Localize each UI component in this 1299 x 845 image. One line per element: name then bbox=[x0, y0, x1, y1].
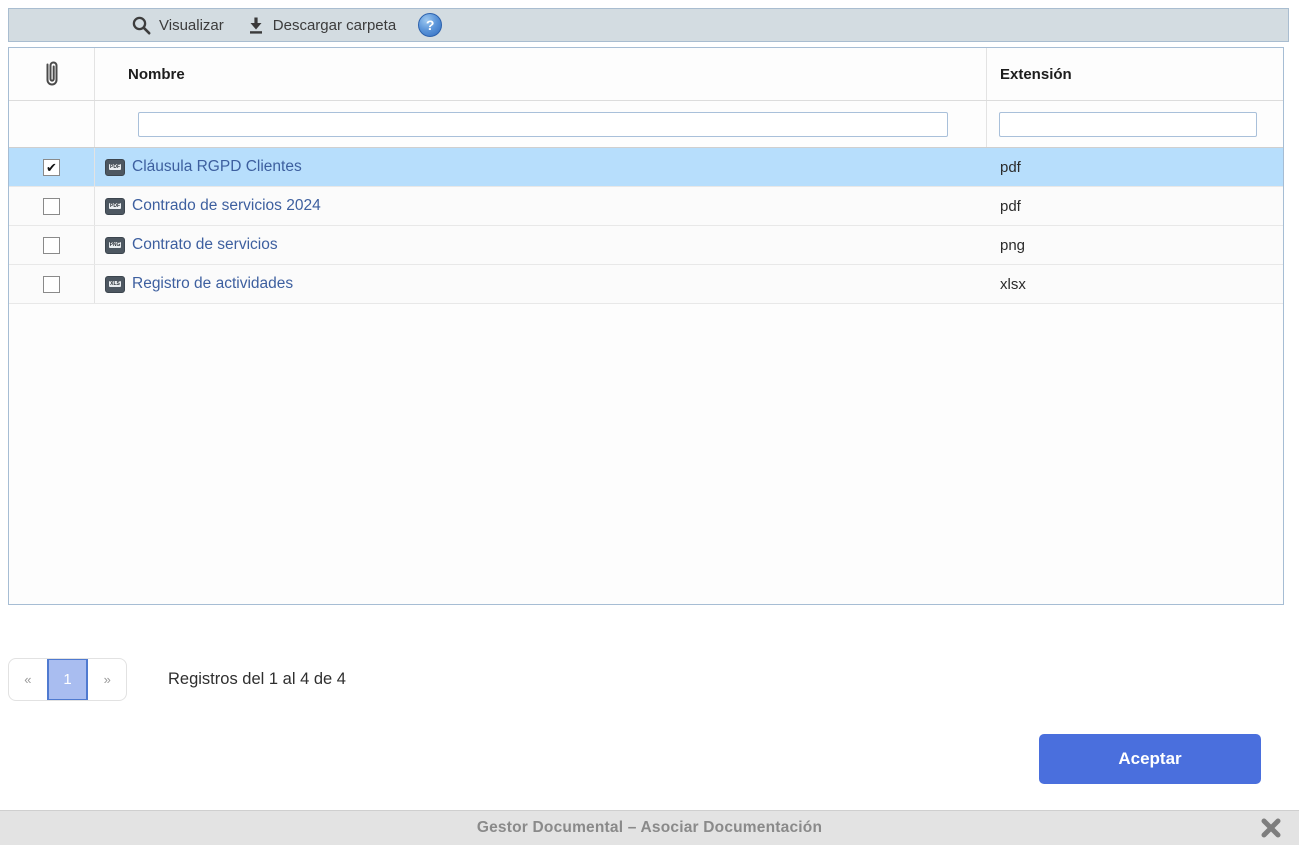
extension-cell: pdf bbox=[987, 187, 1283, 225]
sheet-file-icon: xls bbox=[105, 276, 125, 293]
search-icon bbox=[131, 15, 152, 36]
attachment-filter-cell bbox=[9, 101, 95, 147]
checkbox-cell bbox=[9, 148, 95, 186]
file-name-link[interactable]: Contrado de servicios 2024 bbox=[132, 197, 321, 215]
paperclip-icon bbox=[41, 58, 63, 90]
table-filter-row bbox=[9, 101, 1283, 148]
dialog-title-bar: Gestor Documental – Asociar Documentació… bbox=[0, 810, 1299, 845]
records-summary: Registros del 1 al 4 de 4 bbox=[168, 658, 346, 701]
current-page-button[interactable]: 1 bbox=[47, 658, 89, 701]
table-body: pdf Cláusula RGPD Clientes pdf pdf Contr… bbox=[9, 148, 1283, 304]
file-name-link[interactable]: Registro de actividades bbox=[132, 275, 293, 293]
table-header-row: Nombre Extensión bbox=[9, 48, 1283, 101]
name-cell: pdf Contrado de servicios 2024 bbox=[95, 187, 987, 225]
extension-filter-cell bbox=[987, 101, 1283, 147]
help-icon[interactable]: ? bbox=[418, 13, 442, 37]
extension-filter-input[interactable] bbox=[999, 112, 1257, 137]
name-cell: pdf Cláusula RGPD Clientes bbox=[95, 148, 987, 186]
checkbox-cell bbox=[9, 226, 95, 264]
table-row[interactable]: pdf Contrado de servicios 2024 pdf bbox=[9, 187, 1283, 226]
row-checkbox[interactable] bbox=[43, 198, 60, 215]
visualize-button[interactable]: Visualizar bbox=[131, 15, 224, 36]
image-file-icon: png bbox=[105, 237, 125, 254]
pdf-file-icon: pdf bbox=[105, 198, 125, 215]
visualize-label: Visualizar bbox=[159, 17, 224, 34]
next-page-button[interactable]: » bbox=[88, 659, 126, 700]
documents-table: Nombre Extensión pdf Cláusula RGPD Clien… bbox=[8, 47, 1284, 605]
table-empty-area bbox=[9, 304, 1283, 604]
row-checkbox[interactable] bbox=[43, 159, 60, 176]
document-toolbar: Visualizar Descargar carpeta ? bbox=[8, 8, 1289, 42]
table-row[interactable]: pdf Cláusula RGPD Clientes pdf bbox=[9, 148, 1283, 187]
extension-cell: pdf bbox=[987, 148, 1283, 186]
name-cell: png Contrato de servicios bbox=[95, 226, 987, 264]
name-filter-cell bbox=[95, 101, 987, 147]
table-row[interactable]: xls Registro de actividades xlsx bbox=[9, 265, 1283, 304]
table-row[interactable]: png Contrato de servicios png bbox=[9, 226, 1283, 265]
download-folder-button[interactable]: Descargar carpeta bbox=[246, 15, 396, 36]
name-filter-input[interactable] bbox=[138, 112, 948, 137]
name-column-header[interactable]: Nombre bbox=[95, 48, 987, 100]
download-folder-label: Descargar carpeta bbox=[273, 17, 396, 34]
pdf-file-icon: pdf bbox=[105, 159, 125, 176]
row-checkbox[interactable] bbox=[43, 237, 60, 254]
extension-column-header[interactable]: Extensión bbox=[987, 48, 1283, 100]
extension-cell: png bbox=[987, 226, 1283, 264]
previous-page-button[interactable]: « bbox=[9, 659, 47, 700]
file-name-link[interactable]: Cláusula RGPD Clientes bbox=[132, 158, 302, 176]
download-icon bbox=[246, 15, 266, 36]
checkbox-cell bbox=[9, 265, 95, 303]
close-icon[interactable] bbox=[1257, 814, 1285, 842]
pagination: « 1 » bbox=[8, 658, 127, 701]
name-cell: xls Registro de actividades bbox=[95, 265, 987, 303]
extension-cell: xlsx bbox=[987, 265, 1283, 303]
row-checkbox[interactable] bbox=[43, 276, 60, 293]
checkbox-cell bbox=[9, 187, 95, 225]
file-name-link[interactable]: Contrato de servicios bbox=[132, 236, 278, 254]
dialog-title: Gestor Documental – Asociar Documentació… bbox=[477, 819, 822, 837]
attachment-column-header bbox=[9, 48, 95, 100]
accept-button[interactable]: Aceptar bbox=[1039, 734, 1261, 784]
